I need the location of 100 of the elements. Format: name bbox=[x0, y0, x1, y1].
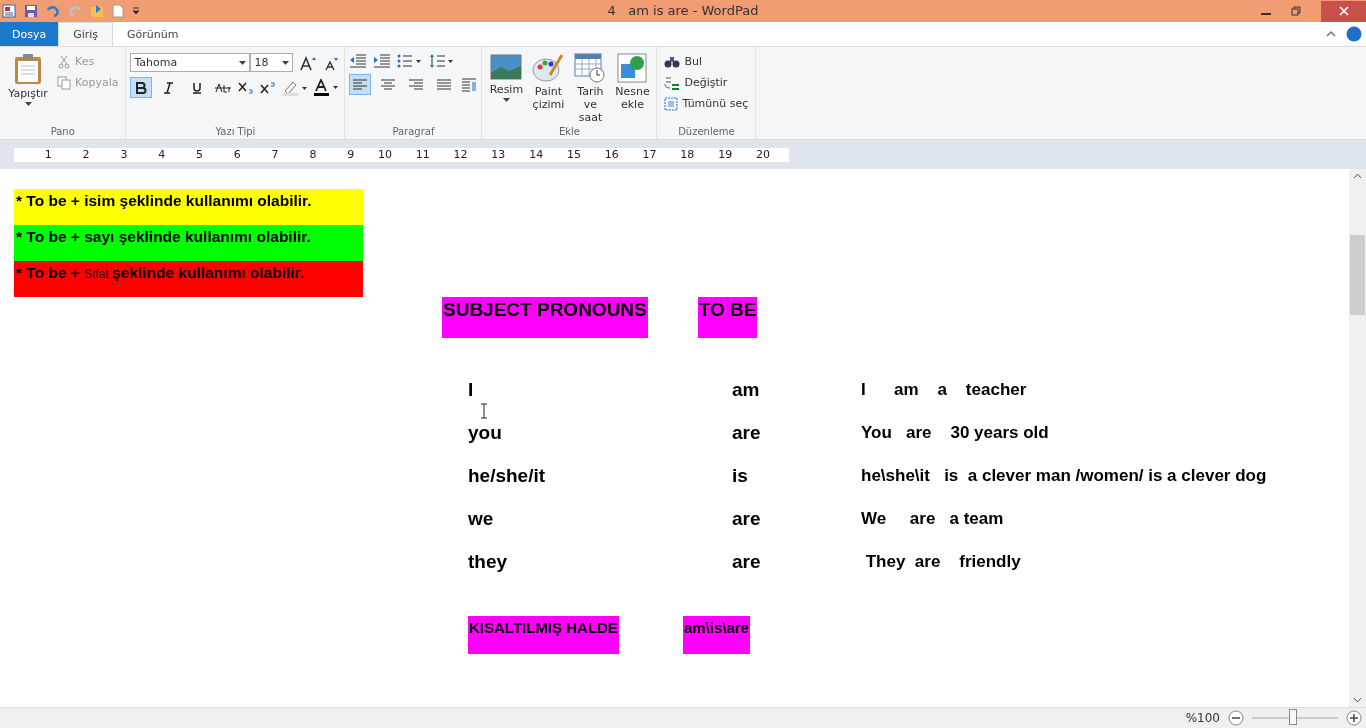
highlighted-text: am\is\are bbox=[682, 616, 750, 654]
ruler-number: 10 bbox=[376, 147, 392, 162]
ribbon-tab[interactable]: Görünüm bbox=[113, 22, 193, 46]
ruler-number: 9 bbox=[346, 147, 355, 162]
ruler-number: 17 bbox=[641, 147, 657, 162]
align-icon bbox=[408, 78, 425, 91]
editing-button[interactable]: Bul bbox=[661, 51, 752, 72]
bullet-list-icon[interactable] bbox=[397, 54, 424, 68]
superscript-icon[interactable] bbox=[260, 81, 277, 94]
verb-text: are bbox=[731, 550, 761, 574]
ruler-number: 12 bbox=[452, 147, 468, 162]
ruler-number: 15 bbox=[565, 147, 581, 162]
pronoun-text: we bbox=[468, 507, 494, 531]
ruler-number: 11 bbox=[414, 147, 430, 162]
insert-button[interactable]: Tarih ve saat bbox=[570, 51, 611, 126]
zoom-slider[interactable] bbox=[1289, 709, 1298, 725]
example-sentence: They are friendly bbox=[864, 551, 1021, 573]
ruler-number: 8 bbox=[308, 147, 317, 162]
bold-icon bbox=[135, 81, 148, 94]
increase-indent-icon[interactable] bbox=[373, 54, 392, 68]
landscape-picture-icon bbox=[490, 53, 523, 81]
line-spacing-icon[interactable] bbox=[429, 53, 456, 69]
ruler-number: 4 bbox=[157, 147, 166, 162]
group-label: Düzenleme bbox=[677, 126, 736, 137]
restore-icon[interactable] bbox=[1291, 6, 1301, 16]
example-sentence: We are a team bbox=[861, 508, 1004, 530]
example-sentence: I am a teacher bbox=[861, 379, 1027, 401]
pronoun-text: you bbox=[468, 421, 502, 445]
verb-text: are bbox=[731, 421, 761, 445]
caret-icon bbox=[239, 60, 247, 65]
ruler-number: 20 bbox=[754, 147, 770, 162]
dropdown-icon[interactable] bbox=[132, 7, 140, 15]
heading-text: SUBJECT PRONOUNS bbox=[442, 297, 648, 338]
highlighted-text: * To be + sayı şeklinde kullanımı olabilir. bbox=[14, 225, 363, 261]
verb-text: is bbox=[731, 464, 748, 488]
align-icon bbox=[352, 78, 369, 91]
ruler-number: 16 bbox=[603, 147, 619, 162]
ruler-number: 18 bbox=[679, 147, 695, 162]
save-icon[interactable] bbox=[24, 4, 38, 18]
copy-icon bbox=[57, 75, 71, 90]
highlighted-text: * To be + isim şeklinde kullanımı olabilir. bbox=[14, 189, 363, 225]
window-title: 4 am is are - WordPad bbox=[607, 3, 759, 18]
group-label: Pano bbox=[49, 126, 76, 137]
highlighted-text: KISALTILMIŞ HALDE bbox=[468, 616, 619, 654]
verb-text: are bbox=[731, 507, 761, 531]
zoom-out-icon[interactable] bbox=[1228, 710, 1244, 726]
pronoun-text: they bbox=[468, 550, 508, 574]
font-family-field[interactable]: Tahoma bbox=[130, 53, 251, 72]
editing-button[interactable]: Değiştir bbox=[661, 72, 752, 93]
insert-button[interactable]: Resim bbox=[486, 51, 527, 126]
ruler-number: 5 bbox=[195, 147, 203, 162]
grow-font-icon[interactable] bbox=[299, 54, 318, 71]
scrollbar-thumb[interactable] bbox=[1350, 235, 1365, 315]
insert-button[interactable]: Paint çizimi bbox=[528, 51, 569, 126]
font-size-field[interactable]: 18 bbox=[250, 53, 294, 72]
bold-button[interactable] bbox=[130, 77, 153, 98]
subscript-icon[interactable] bbox=[238, 81, 255, 94]
new-document-icon[interactable] bbox=[112, 4, 124, 18]
select-all-icon bbox=[664, 96, 679, 111]
ruler-number: 19 bbox=[717, 147, 733, 162]
decrease-indent-icon[interactable] bbox=[349, 54, 368, 68]
ruler-number: 7 bbox=[270, 147, 279, 162]
replace-icon bbox=[664, 75, 681, 90]
binoculars-icon bbox=[664, 54, 681, 69]
ruler-number: 1 bbox=[43, 147, 52, 162]
align-button[interactable] bbox=[349, 74, 372, 95]
insert-button[interactable]: Nesne ekle bbox=[612, 51, 653, 126]
caret-icon bbox=[502, 98, 510, 102]
close-button[interactable] bbox=[1321, 0, 1366, 22]
example-sentence: You are 30 years old bbox=[861, 422, 1049, 444]
highlighter-icon[interactable] bbox=[282, 79, 309, 96]
paragraph-icon[interactable] bbox=[461, 77, 478, 92]
italic-icon bbox=[163, 81, 176, 94]
underline-icon bbox=[191, 81, 204, 94]
font-color-icon[interactable] bbox=[314, 78, 341, 97]
collapse-ribbon-icon[interactable] bbox=[1326, 30, 1336, 38]
group-label: Yazı Tipi bbox=[214, 126, 257, 137]
folder-icon[interactable] bbox=[90, 4, 104, 18]
heading-text: TO BE bbox=[697, 297, 758, 338]
strikethrough-icon[interactable] bbox=[214, 81, 233, 94]
clipboard-icon bbox=[13, 53, 43, 85]
ruler-number: 13 bbox=[490, 147, 506, 162]
ribbon-tab[interactable]: Giriş bbox=[58, 22, 114, 46]
highlighted-text: * To be + Sıfat şeklinde kullanımı olabilir. bbox=[14, 261, 363, 297]
ribbon-tab[interactable]: Dosya bbox=[0, 22, 59, 46]
editing-button[interactable]: Tümünü seç bbox=[661, 93, 752, 114]
group-label: Ekle bbox=[557, 126, 581, 137]
group-label: Paragraf bbox=[391, 126, 436, 137]
ruler-number: 6 bbox=[232, 147, 241, 162]
ruler-number: 3 bbox=[119, 147, 128, 162]
align-icon bbox=[380, 78, 397, 91]
example-sentence: he\she\it is a clever man /women/ is a clever dog bbox=[861, 465, 1267, 487]
paste-button[interactable]: Yapıştır bbox=[4, 51, 52, 126]
zoom-in-icon[interactable] bbox=[1346, 710, 1362, 726]
app-icon[interactable] bbox=[2, 4, 16, 18]
pronoun-text: I bbox=[468, 378, 474, 402]
ruler-number: 14 bbox=[528, 147, 544, 162]
vertical-scrollbar[interactable] bbox=[1349, 169, 1366, 707]
close-icon bbox=[1338, 6, 1349, 16]
verb-text: am bbox=[731, 378, 760, 402]
